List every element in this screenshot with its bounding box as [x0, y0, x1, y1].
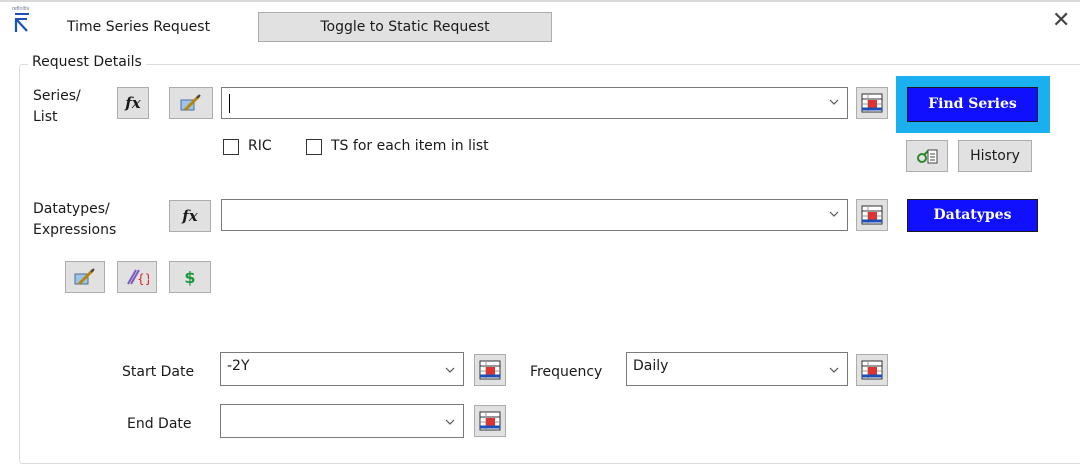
start-date-value: -2Y [227, 358, 250, 374]
top-border [0, 0, 1080, 2]
key-lookup-icon [917, 149, 938, 164]
ric-label: RIC [248, 138, 272, 154]
grid-picker-icon [479, 411, 501, 431]
datatypes-combobox[interactable] [221, 199, 848, 231]
chevron-down-icon[interactable] [829, 365, 839, 375]
ts-each-item-label: TS for each item in list [331, 138, 489, 154]
series-grid-button[interactable] [856, 87, 888, 119]
datatypes-label-line1: Datatypes/ [33, 201, 110, 217]
start-date-label: Start Date [122, 364, 195, 380]
lookup-button[interactable] [906, 140, 948, 172]
ric-checkbox[interactable] [223, 139, 239, 155]
datatypes-label: Datatypes/ Expressions [33, 199, 116, 241]
text-caret [229, 94, 230, 113]
frequency-label: Frequency [530, 364, 603, 380]
grid-picker-icon [861, 360, 883, 380]
start-date-grid-button[interactable] [474, 354, 506, 386]
start-date-combobox[interactable]: -2Y [220, 352, 464, 386]
toggle-static-request-button[interactable]: Toggle to Static Request [258, 12, 552, 42]
history-button[interactable]: History [958, 140, 1032, 172]
series-label-line1: Series/ [33, 88, 81, 104]
currency-button[interactable]: $ [169, 261, 211, 293]
datatypes-button[interactable]: Datatypes [907, 199, 1038, 232]
grid-picker-icon [479, 360, 501, 380]
app-logo: refinitiv [12, 6, 32, 40]
chevron-down-icon[interactable] [445, 365, 455, 375]
logo-text: refinitiv [12, 6, 30, 12]
series-function-button[interactable]: fx [117, 87, 149, 119]
chevron-down-icon[interactable] [445, 417, 455, 427]
datatypes-grid-button[interactable] [856, 199, 888, 231]
series-edit-button[interactable] [169, 87, 213, 119]
ts-each-item-checkbox[interactable] [306, 139, 322, 155]
close-icon[interactable]: ✕ [1052, 10, 1070, 32]
frequency-combobox[interactable]: Daily [626, 352, 848, 386]
dollar-icon: $ [184, 267, 196, 287]
end-date-grid-button[interactable] [474, 405, 506, 437]
datatypes-edit-button[interactable] [65, 261, 105, 293]
frequency-value: Daily [633, 358, 669, 374]
edit-list-icon [74, 268, 95, 286]
datatypes-label-line2: Expressions [33, 222, 117, 238]
datatypes-function-button[interactable]: fx [169, 200, 211, 232]
svg-text:{}: {} [137, 272, 149, 286]
series-label: Series/ List [33, 86, 81, 128]
window-title: Time Series Request [67, 19, 211, 35]
end-date-combobox[interactable] [220, 404, 464, 438]
request-details-legend: Request Details [28, 54, 146, 70]
series-combobox[interactable] [221, 87, 848, 119]
expression-builder-button[interactable]: {} [117, 261, 157, 293]
chevron-down-icon[interactable] [829, 97, 839, 107]
find-series-button[interactable]: Find Series [907, 87, 1038, 122]
edit-list-icon [180, 94, 201, 112]
frequency-grid-button[interactable] [856, 354, 888, 386]
grid-picker-icon [861, 205, 883, 225]
chevron-down-icon[interactable] [829, 209, 839, 219]
end-date-label: End Date [127, 416, 192, 432]
grid-picker-icon [861, 93, 883, 113]
fx-icon: fx [182, 207, 198, 225]
series-label-line2: List [33, 109, 58, 125]
fx-icon: fx [125, 94, 141, 112]
expression-icon: {} [127, 269, 149, 286]
